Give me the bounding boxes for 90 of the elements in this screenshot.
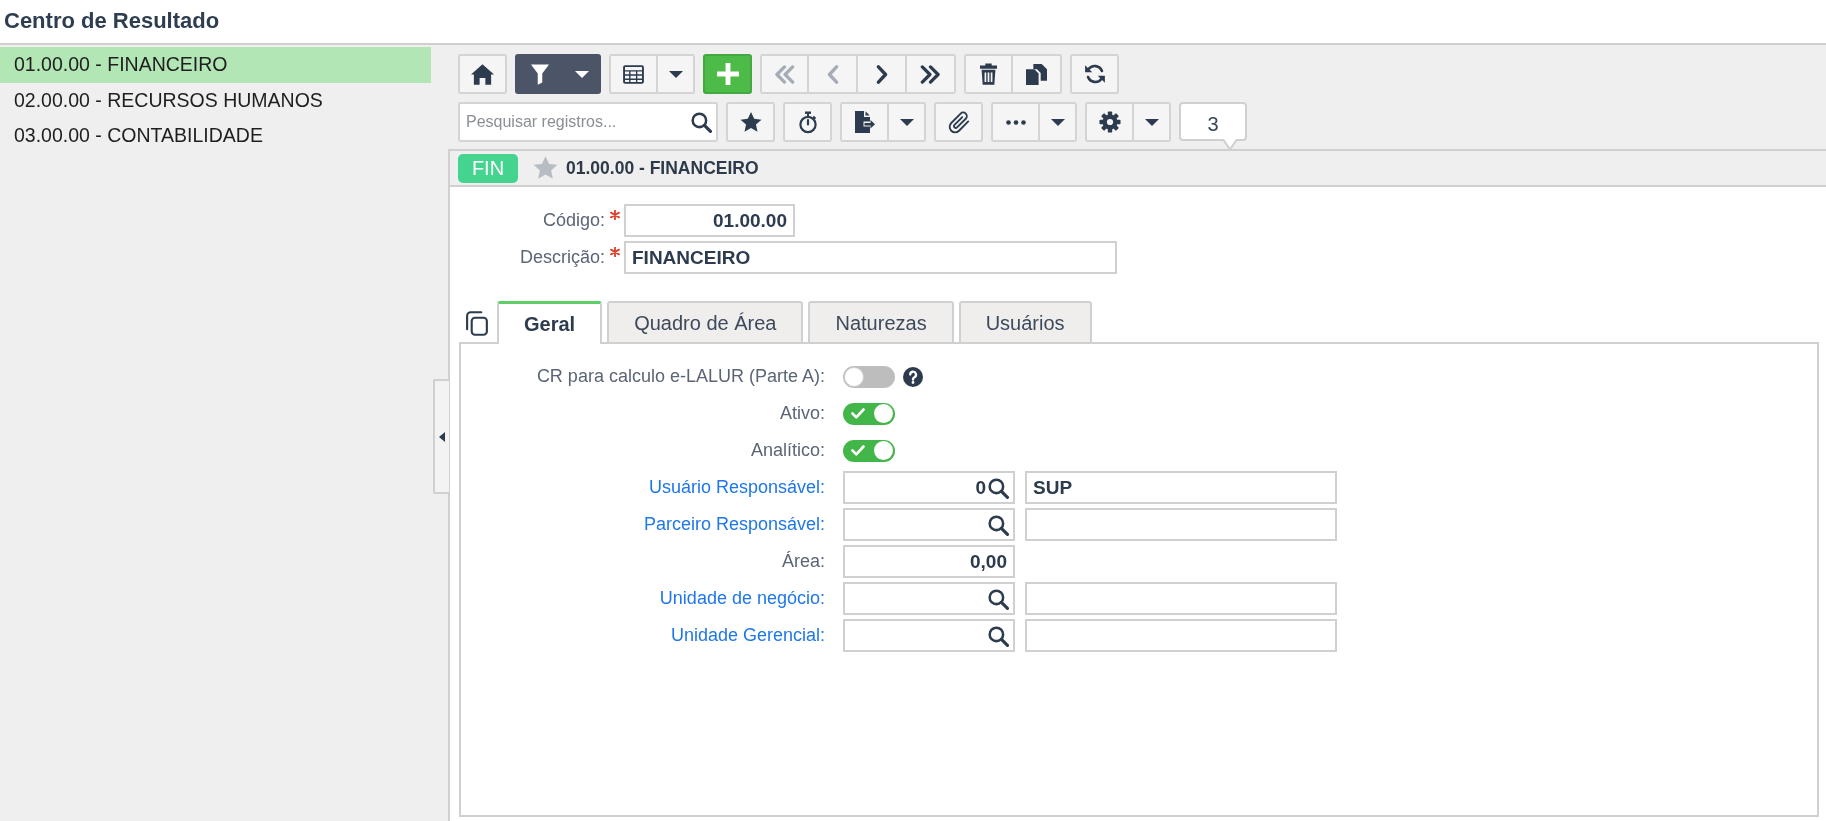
- more-button[interactable]: [991, 102, 1040, 142]
- toggle-switch[interactable]: [843, 365, 895, 388]
- ellipsis-icon: [1005, 119, 1026, 125]
- collapse-handle[interactable]: [433, 379, 449, 494]
- timer-button[interactable]: [783, 102, 832, 142]
- toggle-switch[interactable]: [843, 439, 895, 462]
- refresh-icon: [1083, 63, 1106, 85]
- home-button[interactable]: [458, 54, 507, 94]
- field-link[interactable]: Unidade Gerencial:: [670, 622, 825, 649]
- sidebar-item[interactable]: 01.00.00 - FINANCEIRO: [0, 47, 431, 83]
- code-field[interactable]: 01.00.00: [624, 204, 795, 237]
- table-icon: [623, 64, 644, 84]
- settings-dropdown-button[interactable]: [1134, 102, 1171, 142]
- name-field[interactable]: [1025, 508, 1337, 541]
- filter-dropdown-button[interactable]: [564, 54, 601, 94]
- field-label: Código:: [542, 209, 605, 232]
- field-label: Área:: [781, 550, 825, 573]
- last-record-button[interactable]: [907, 54, 956, 94]
- search-icon: [988, 626, 1009, 647]
- search-field[interactable]: Pesquisar registros...: [458, 102, 718, 142]
- search-icon: [988, 589, 1009, 610]
- number-field[interactable]: 0,00: [843, 545, 1015, 578]
- code-lookup-field[interactable]: [843, 508, 1015, 541]
- filter-icon: [530, 63, 549, 85]
- delete-button[interactable]: [964, 54, 1013, 94]
- toggle-label: CR para calculo e-LALUR (Parte A):: [536, 365, 825, 388]
- add-button[interactable]: [703, 54, 752, 94]
- chevron-right-icon: [875, 64, 888, 84]
- caret-down-icon: [899, 118, 914, 126]
- documents-icon: [1026, 63, 1047, 85]
- settings-button[interactable]: [1085, 102, 1134, 142]
- paperclip-icon: [946, 110, 971, 134]
- toggle-label: Analítico:: [750, 439, 825, 462]
- help-icon[interactable]: [903, 366, 923, 387]
- count-bubble: 3: [1179, 102, 1247, 151]
- field-link[interactable]: Unidade de negócio:: [659, 585, 825, 612]
- caret-down-icon: [668, 70, 683, 78]
- tab[interactable]: Geral: [497, 301, 603, 344]
- field-link[interactable]: Parceiro Responsável:: [643, 511, 825, 538]
- sidebar-item[interactable]: 03.00.00 - CONTABILIDADE: [0, 118, 431, 154]
- code-lookup-field[interactable]: 0: [843, 471, 1015, 504]
- caret-down-icon: [574, 70, 589, 78]
- export-button[interactable]: [840, 102, 889, 142]
- record-title: 01.00.00 - FINANCEIRO: [566, 156, 759, 180]
- next-record-button[interactable]: [858, 54, 907, 94]
- check-icon: [851, 408, 865, 419]
- field-label: Descrição:: [519, 246, 605, 269]
- code-lookup-field[interactable]: [843, 619, 1015, 652]
- sidebar-item[interactable]: 02.00.00 - RECURSOS HUMANOS: [0, 82, 431, 118]
- field-link[interactable]: Usuário Responsável:: [648, 474, 825, 501]
- plus-icon: [716, 63, 739, 85]
- attach-button[interactable]: [934, 102, 983, 142]
- toggle-switch[interactable]: [843, 402, 895, 425]
- record-badge: FIN: [458, 153, 518, 183]
- favorites-button[interactable]: [726, 102, 775, 142]
- caret-down-icon: [1050, 118, 1065, 126]
- code-lookup-field[interactable]: [843, 582, 1015, 615]
- view-dropdown-button[interactable]: [658, 54, 695, 94]
- more-dropdown-button[interactable]: [1040, 102, 1077, 142]
- double-chevron-right-icon: [920, 64, 941, 84]
- export-dropdown-button[interactable]: [889, 102, 926, 142]
- tab[interactable]: Quadro de Área: [607, 301, 804, 344]
- search-icon: [691, 112, 712, 133]
- star-icon[interactable]: [533, 156, 558, 180]
- refresh-button[interactable]: [1070, 54, 1119, 94]
- check-icon: [851, 445, 865, 456]
- double-chevron-left-icon: [774, 64, 795, 84]
- star-icon: [739, 111, 762, 133]
- description-field[interactable]: FINANCEIRO: [624, 241, 1117, 274]
- toggle-label: Ativo:: [779, 402, 825, 425]
- caret-down-icon: [1144, 118, 1159, 126]
- caret-left-icon: [439, 431, 445, 442]
- name-field[interactable]: [1025, 619, 1337, 652]
- name-field[interactable]: SUP: [1025, 471, 1337, 504]
- copy-icon[interactable]: [465, 311, 488, 336]
- settings-icon: [1098, 111, 1121, 133]
- name-field[interactable]: [1025, 582, 1337, 615]
- filter-button[interactable]: [515, 54, 564, 94]
- window-title: Centro de Resultado: [4, 6, 220, 35]
- search-icon: [988, 515, 1009, 536]
- stopwatch-icon: [797, 110, 818, 134]
- home-icon: [471, 63, 494, 85]
- chevron-left-icon: [826, 64, 839, 84]
- tab[interactable]: Usuários: [958, 301, 1092, 344]
- trash-icon: [980, 63, 997, 85]
- document-arrow-icon: [854, 111, 875, 133]
- tab[interactable]: Naturezas: [808, 301, 954, 344]
- grid-view-button[interactable]: [609, 54, 658, 94]
- duplicate-button[interactable]: [1013, 54, 1062, 94]
- search-icon: [988, 478, 1009, 499]
